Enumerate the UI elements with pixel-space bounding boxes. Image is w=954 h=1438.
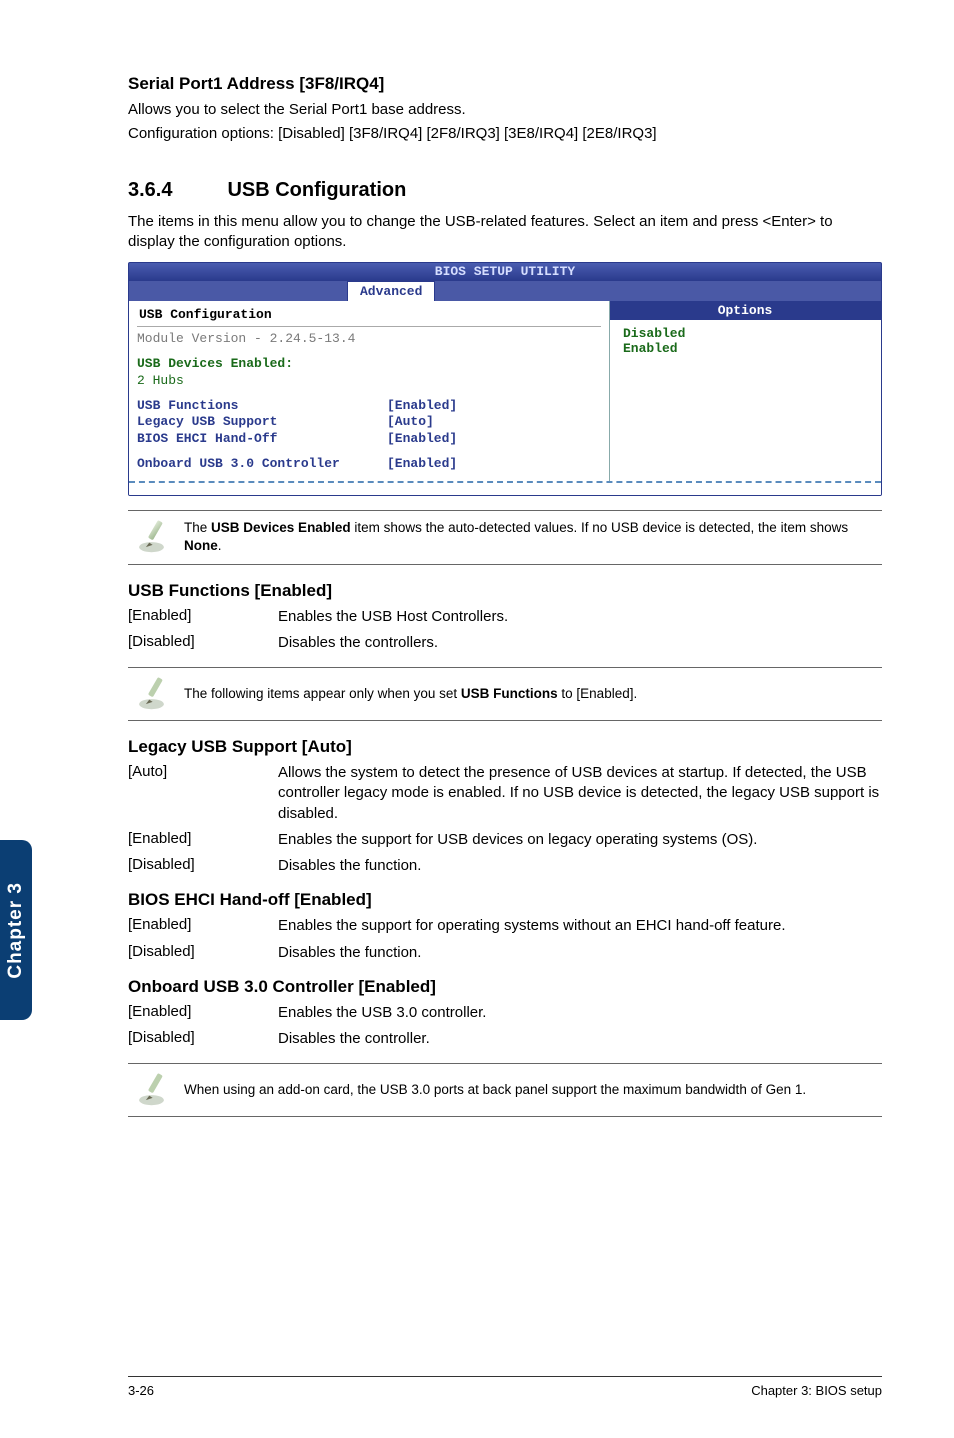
def-key: [Auto] — [128, 763, 278, 824]
bios-right-pane: Options Disabled Enabled — [609, 301, 881, 481]
bios-tab-row: Advanced — [129, 281, 881, 301]
page-content: Serial Port1 Address [3F8/IRQ4] Allows y… — [128, 60, 882, 1378]
bios-row-legacy-usb[interactable]: Legacy USB Support [Auto] — [137, 414, 601, 431]
bios-options-body: Disabled Enabled — [609, 320, 881, 362]
note-usb-devices-enabled: The USB Devices Enabled item shows the a… — [128, 510, 882, 564]
legacy-usb-heading: Legacy USB Support [Auto] — [128, 737, 882, 757]
bios-module-version: Module Version - 2.24.5-13.4 — [137, 331, 601, 348]
note-text: When using an add-on card, the USB 3.0 p… — [184, 1081, 882, 1099]
def-value: Enables the USB 3.0 controller. — [278, 1003, 882, 1023]
bios-row-label: Legacy USB Support — [137, 414, 387, 431]
note-bold: USB Functions — [461, 686, 558, 701]
bios-left-pane: USB Configuration Module Version - 2.24.… — [129, 301, 609, 481]
footer-page-number: 3-26 — [128, 1383, 154, 1398]
pencil-note-icon — [138, 1072, 174, 1108]
bios-torn-edge — [129, 481, 881, 495]
bios-row-label: USB Functions — [137, 398, 387, 415]
bios-row-value: [Auto] — [387, 414, 434, 431]
pencil-note-icon — [138, 676, 174, 712]
serial-port-heading: Serial Port1 Address [3F8/IRQ4] — [128, 74, 882, 94]
def-row: [Enabled] Enables the support for USB de… — [128, 830, 882, 850]
usb-functions-list: [Enabled] Enables the USB Host Controlle… — [128, 607, 882, 654]
note-usb30-bandwidth: When using an add-on card, the USB 3.0 p… — [128, 1063, 882, 1117]
bios-devices-heading: USB Devices Enabled: — [137, 356, 601, 373]
def-key: [Disabled] — [128, 856, 278, 876]
bios-options-title: Options — [609, 301, 881, 320]
ehci-list: [Enabled] Enables the support for operat… — [128, 916, 882, 963]
note-bold: USB Devices Enabled — [211, 520, 351, 535]
bios-row-label: BIOS EHCI Hand-Off — [137, 431, 387, 448]
def-value: Disables the controllers. — [278, 633, 882, 653]
bios-row-value: [Enabled] — [387, 456, 457, 473]
section-title: USB Configuration — [227, 179, 406, 201]
legacy-usb-list: [Auto] Allows the system to detect the p… — [128, 763, 882, 876]
usb-functions-heading: USB Functions [Enabled] — [128, 581, 882, 601]
bios-option-disabled[interactable]: Disabled — [623, 326, 867, 341]
def-row: [Disabled] Disables the function. — [128, 943, 882, 963]
serial-port-desc1: Allows you to select the Serial Port1 ba… — [128, 100, 882, 120]
note-bold: None — [184, 538, 218, 553]
bios-body: USB Configuration Module Version - 2.24.… — [129, 301, 881, 481]
def-value: Disables the function. — [278, 943, 882, 963]
bios-row-usb-functions[interactable]: USB Functions [Enabled] — [137, 398, 601, 415]
bios-titlebar: BIOS SETUP UTILITY — [129, 263, 881, 281]
bios-option-enabled[interactable]: Enabled — [623, 341, 867, 356]
def-key: [Enabled] — [128, 607, 278, 627]
def-key: [Disabled] — [128, 633, 278, 653]
def-row: [Auto] Allows the system to detect the p… — [128, 763, 882, 824]
bios-row-value: [Enabled] — [387, 431, 457, 448]
chapter-side-tab: Chapter 3 — [0, 840, 32, 1020]
def-row: [Disabled] Disables the controller. — [128, 1029, 882, 1049]
def-value: Enables the support for operating system… — [278, 916, 882, 936]
bios-row-ehci[interactable]: BIOS EHCI Hand-Off [Enabled] — [137, 431, 601, 448]
bios-tab-advanced[interactable]: Advanced — [347, 281, 435, 301]
def-key: [Enabled] — [128, 916, 278, 936]
usb30-heading: Onboard USB 3.0 Controller [Enabled] — [128, 977, 882, 997]
bios-setup-utility: BIOS SETUP UTILITY Advanced USB Configur… — [128, 262, 882, 496]
note-icon — [128, 1072, 184, 1108]
note-text: The USB Devices Enabled item shows the a… — [184, 519, 882, 555]
def-row: [Enabled] Enables the support for operat… — [128, 916, 882, 936]
chapter-side-tab-label: Chapter 3 — [5, 882, 27, 979]
def-row: [Enabled] Enables the USB 3.0 controller… — [128, 1003, 882, 1023]
pencil-note-icon — [138, 519, 174, 555]
def-value: Disables the function. — [278, 856, 882, 876]
footer-chapter-title: Chapter 3: BIOS setup — [751, 1383, 882, 1398]
page-footer: 3-26 Chapter 3: BIOS setup — [128, 1376, 882, 1398]
bios-row-usb30[interactable]: Onboard USB 3.0 Controller [Enabled] — [137, 456, 601, 473]
bios-config-heading: USB Configuration — [137, 305, 601, 327]
def-row: [Disabled] Disables the function. — [128, 856, 882, 876]
ehci-heading: BIOS EHCI Hand-off [Enabled] — [128, 890, 882, 910]
def-value: Enables the support for USB devices on l… — [278, 830, 882, 850]
def-value: Disables the controller. — [278, 1029, 882, 1049]
bios-row-value: [Enabled] — [387, 398, 457, 415]
note-text: The following items appear only when you… — [184, 685, 882, 703]
def-key: [Disabled] — [128, 943, 278, 963]
section-number: 3.6.4 — [128, 179, 223, 202]
def-key: [Disabled] — [128, 1029, 278, 1049]
def-row: [Disabled] Disables the controllers. — [128, 633, 882, 653]
def-key: [Enabled] — [128, 1003, 278, 1023]
def-row: [Enabled] Enables the USB Host Controlle… — [128, 607, 882, 627]
bios-row-label: Onboard USB 3.0 Controller — [137, 456, 387, 473]
def-value: Allows the system to detect the presence… — [278, 763, 882, 824]
def-value: Enables the USB Host Controllers. — [278, 607, 882, 627]
bios-divider — [609, 301, 610, 481]
note-usb-functions-dependent: The following items appear only when you… — [128, 667, 882, 721]
note-icon — [128, 519, 184, 555]
serial-port-desc2: Configuration options: [Disabled] [3F8/I… — [128, 124, 882, 144]
section-heading: 3.6.4 USB Configuration — [128, 179, 882, 202]
section-intro: The items in this menu allow you to chan… — [128, 212, 882, 253]
note-icon — [128, 676, 184, 712]
bios-devices-line: 2 Hubs — [137, 373, 601, 390]
usb30-list: [Enabled] Enables the USB 3.0 controller… — [128, 1003, 882, 1050]
def-key: [Enabled] — [128, 830, 278, 850]
